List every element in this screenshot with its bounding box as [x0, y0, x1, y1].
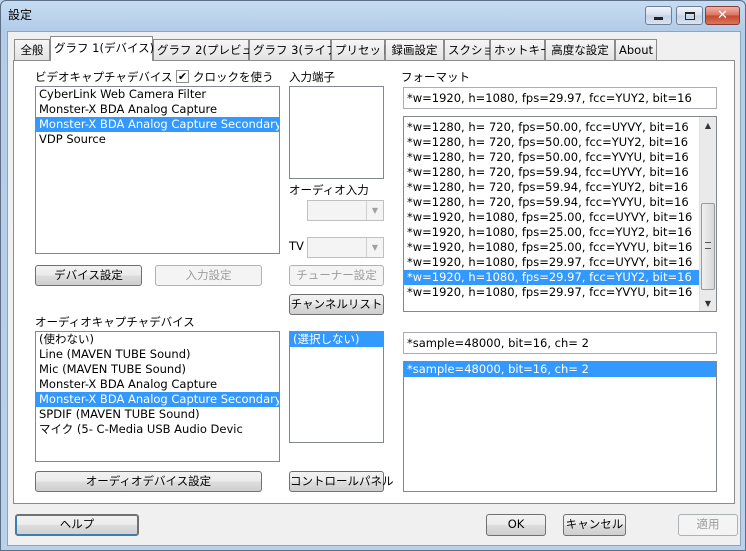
- tab-hotkey[interactable]: ホットキー: [490, 39, 552, 60]
- channel-list-button[interactable]: チャンネルリスト: [289, 294, 384, 315]
- format-item[interactable]: *w=1280, h= 720, fps=59.94, fcc=UYVY, bi…: [404, 165, 716, 180]
- grip-icon: [705, 242, 711, 249]
- audio-device-item[interactable]: Monster-X BDA Analog Capture: [36, 377, 279, 392]
- ok-button[interactable]: OK: [486, 514, 546, 536]
- scroll-up-icon[interactable]: ▲: [700, 117, 716, 133]
- tab-about[interactable]: About: [615, 39, 657, 60]
- apply-button[interactable]: 適用: [678, 514, 738, 536]
- format-current-field[interactable]: *w=1920, h=1080, fps=29.97, fcc=YUY2, bi…: [403, 87, 717, 109]
- maximize-icon: [684, 11, 695, 20]
- input-settings-button[interactable]: 入力設定: [155, 265, 262, 286]
- clock-checkbox[interactable]: ✔: [176, 70, 189, 83]
- tuner-settings-button[interactable]: チューナー設定: [289, 265, 384, 286]
- format-items: *w=1280, h= 720, fps=50.00, fcc=UYVY, bi…: [404, 117, 716, 300]
- format-list[interactable]: *w=1280, h= 720, fps=50.00, fcc=UYVY, bi…: [403, 116, 717, 312]
- audio-device-item[interactable]: SPDIF (MAVEN TUBE Sound): [36, 407, 279, 422]
- audio-input-label: オーディオ入力: [289, 183, 369, 197]
- format-item[interactable]: *w=1280, h= 720, fps=50.00, fcc=YVYU, bi…: [404, 150, 716, 165]
- maximize-button[interactable]: [676, 6, 703, 25]
- minimize-icon: [654, 17, 663, 20]
- format-item[interactable]: *w=1920, h=1080, fps=29.97, fcc=YVYU, bi…: [404, 285, 716, 300]
- format-item[interactable]: *w=1920, h=1080, fps=25.00, fcc=YUY2, bi…: [404, 225, 716, 240]
- tab-recording[interactable]: 録画設定: [385, 39, 444, 60]
- close-icon: ✕: [717, 8, 728, 23]
- audio-format-item[interactable]: *sample=48000, bit=16, ch= 2: [404, 362, 716, 377]
- tv-label: TV: [289, 239, 304, 253]
- close-button[interactable]: ✕: [705, 6, 740, 25]
- audio-pin-list[interactable]: (選択しない): [289, 331, 384, 443]
- audio-pin-item[interactable]: (選択しない): [290, 332, 383, 347]
- minimize-button[interactable]: [645, 6, 672, 25]
- audio-format-list[interactable]: *sample=48000, bit=16, ch= 2: [403, 361, 717, 492]
- help-button[interactable]: ヘルプ: [15, 514, 139, 536]
- control-panel-button[interactable]: コントロールパネル: [289, 471, 394, 492]
- format-label: フォーマット: [401, 70, 470, 84]
- settings-window: 設定 ✕ 全般 グラフ 1(デバイス) グラフ 2(プレビュー) グラフ 3(ラ…: [0, 0, 746, 551]
- audio-device-list[interactable]: (使わない) Line (MAVEN TUBE Sound) Mic (MAVEN …: [35, 331, 280, 462]
- window-title: 設定: [8, 8, 33, 22]
- video-device-item[interactable]: Monster-X BDA Analog Capture: [36, 102, 279, 117]
- tab-general[interactable]: 全般: [14, 39, 50, 60]
- tv-combo[interactable]: ▼: [307, 237, 384, 258]
- scroll-thumb[interactable]: [701, 203, 715, 290]
- tab-graph1-device[interactable]: グラフ 1(デバイス): [50, 36, 154, 61]
- audio-device-item[interactable]: Mic (MAVEN TUBE Sound): [36, 362, 279, 377]
- input-pin-label: 入力端子: [289, 70, 335, 84]
- audio-pin-items: (選択しない): [290, 332, 383, 347]
- chevron-down-icon: ▼: [366, 201, 383, 220]
- video-device-label: ビデオキャプチャデバイス: [35, 70, 173, 84]
- audio-device-label: オーディオキャプチャデバイス: [35, 315, 195, 329]
- format-item[interactable]: *w=1280, h= 720, fps=59.94, fcc=YVYU, bi…: [404, 195, 716, 210]
- input-pin-list[interactable]: [289, 86, 384, 179]
- audio-device-item[interactable]: (使わない): [36, 332, 279, 347]
- format-scrollbar[interactable]: ▲ ▼: [699, 117, 716, 311]
- video-device-item[interactable]: CyberLink Web Camera Filter: [36, 87, 279, 102]
- format-item[interactable]: *w=1920, h=1080, fps=25.00, fcc=YVYU, bi…: [404, 240, 716, 255]
- video-device-list[interactable]: CyberLink Web Camera Filter Monster-X BDA…: [35, 86, 280, 254]
- format-item[interactable]: *w=1920, h=1080, fps=29.97, fcc=UYVY, bi…: [404, 255, 716, 270]
- audio-format-items: *sample=48000, bit=16, ch= 2: [404, 362, 716, 377]
- clock-label: クロックを使う: [193, 70, 274, 84]
- tab-panel: ビデオキャプチャデバイス ✔ クロックを使う CyberLink Web Cam…: [13, 60, 735, 504]
- format-item[interactable]: *w=1280, h= 720, fps=50.00, fcc=YUY2, bi…: [404, 135, 716, 150]
- format-item[interactable]: *w=1920, h=1080, fps=25.00, fcc=UYVY, bi…: [404, 210, 716, 225]
- audio-input-combo[interactable]: ▼: [307, 200, 384, 221]
- chevron-down-icon: ▼: [366, 238, 383, 257]
- tab-graph3-live[interactable]: グラフ 3(ライブ): [249, 39, 342, 60]
- audio-device-items: (使わない) Line (MAVEN TUBE Sound) Mic (MAVEN …: [36, 332, 279, 437]
- audio-device-item[interactable]: Monster-X BDA Analog Capture Secondary: [36, 392, 279, 407]
- audio-format-current-field[interactable]: *sample=48000, bit=16, ch= 2: [403, 332, 717, 354]
- audio-device-item[interactable]: Line (MAVEN TUBE Sound): [36, 347, 279, 362]
- video-device-item[interactable]: VDP Source: [36, 132, 279, 147]
- cancel-button[interactable]: キャンセル: [563, 514, 626, 536]
- device-settings-button[interactable]: デバイス設定: [35, 265, 142, 286]
- format-item[interactable]: *w=1280, h= 720, fps=50.00, fcc=UYVY, bi…: [404, 120, 716, 135]
- dialog-client: 全般 グラフ 1(デバイス) グラフ 2(プレビュー) グラフ 3(ライブ) プ…: [7, 31, 741, 546]
- tab-graph2-preview[interactable]: グラフ 2(プレビュー): [153, 39, 269, 60]
- tab-preset[interactable]: プリセット: [331, 39, 393, 60]
- audio-device-item[interactable]: マイク (5- C-Media USB Audio Devic: [36, 422, 279, 437]
- scroll-down-icon[interactable]: ▼: [700, 295, 716, 311]
- video-device-items: CyberLink Web Camera Filter Monster-X BDA…: [36, 87, 279, 147]
- format-item[interactable]: *w=1280, h= 720, fps=59.94, fcc=YUY2, bi…: [404, 180, 716, 195]
- tab-screenshot[interactable]: スクショ: [444, 39, 494, 60]
- format-item[interactable]: *w=1920, h=1080, fps=29.97, fcc=YUY2, bi…: [404, 270, 716, 285]
- video-device-item[interactable]: Monster-X BDA Analog Capture Secondary: [36, 117, 279, 132]
- audio-device-settings-button[interactable]: オーディオデバイス設定: [35, 471, 262, 492]
- tab-advanced[interactable]: 高度な設定: [545, 39, 615, 60]
